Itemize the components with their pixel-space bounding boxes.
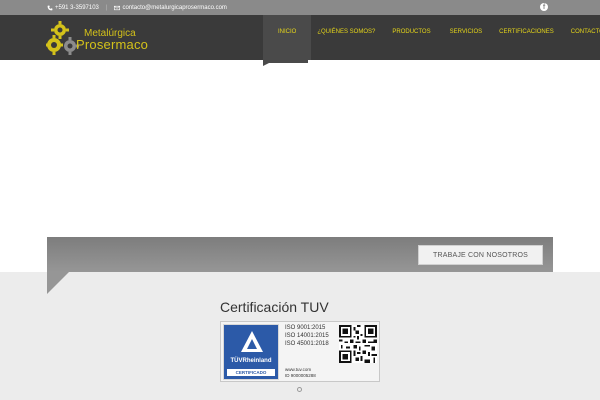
- tuv-website: www.tuv.com: [285, 367, 312, 372]
- iso-line-3: ISO 45001:2018: [285, 341, 329, 347]
- band-tail: [47, 272, 69, 294]
- tuv-certificate: TÜVRheinland CERTIFICADO ISO 9001:2015 I…: [220, 321, 380, 382]
- nav-item-contacto[interactable]: CONTACTO: [566, 15, 600, 60]
- top-contacts: +591 3-3597103 | contacto@metalurgicapro…: [47, 0, 227, 15]
- separator: |: [105, 4, 108, 11]
- phone-icon: [47, 5, 53, 10]
- iso-line-2: ISO 14001:2015: [285, 333, 329, 339]
- facebook-icon[interactable]: f: [540, 3, 548, 11]
- logo-line2: Prosermaco: [76, 37, 149, 52]
- top-bar: +591 3-3597103 | contacto@metalurgicapro…: [0, 0, 600, 15]
- certification-title: Certificación TUV: [220, 299, 329, 315]
- tuv-badge: TÜVRheinland CERTIFICADO: [223, 324, 279, 380]
- main-nav: INICIO ¿QUIÉNES SOMOS? PRODUCTOS SERVICI…: [263, 15, 600, 60]
- phone-contact[interactable]: +591 3-3597103: [47, 5, 99, 11]
- tuv-brand: TÜVRheinland: [230, 358, 272, 364]
- phone-number: +591 3-3597103: [55, 4, 99, 11]
- email-address: contacto@metalurgicaprosermaco.com: [122, 4, 227, 11]
- nav-item-productos[interactable]: PRODUCTOS: [385, 15, 446, 60]
- nav-item-certificaciones[interactable]: CERTIFICACIONES: [494, 15, 566, 60]
- nav-item-quienes-somos[interactable]: ¿QUIÉNES SOMOS?: [311, 15, 385, 60]
- slider-dot[interactable]: [297, 387, 302, 392]
- envelope-icon: [114, 5, 121, 10]
- page: +591 3-3597103 | contacto@metalurgicapro…: [0, 0, 600, 400]
- work-with-us-button[interactable]: TRABAJE CON NOSOTROS: [418, 245, 543, 265]
- iso-line-1: ISO 9001:2015: [285, 325, 326, 331]
- header: Metalúrgica Prosermaco INICIO ¿QUIÉNES S…: [0, 15, 600, 60]
- nav-item-inicio[interactable]: INICIO: [263, 15, 312, 60]
- tuv-badge-label: CERTIFICADO: [227, 369, 275, 376]
- nav-item-servicios[interactable]: SERVICIOS: [447, 15, 495, 60]
- site-logo[interactable]: Metalúrgica Prosermaco: [46, 20, 161, 56]
- nav-active-indicator: [263, 60, 308, 66]
- email-contact[interactable]: contacto@metalurgicaprosermaco.com: [114, 4, 227, 11]
- qr-code-icon: [339, 325, 377, 363]
- tuv-id: ID 9000005288: [285, 373, 316, 378]
- tuv-triangle-icon: [241, 331, 263, 352]
